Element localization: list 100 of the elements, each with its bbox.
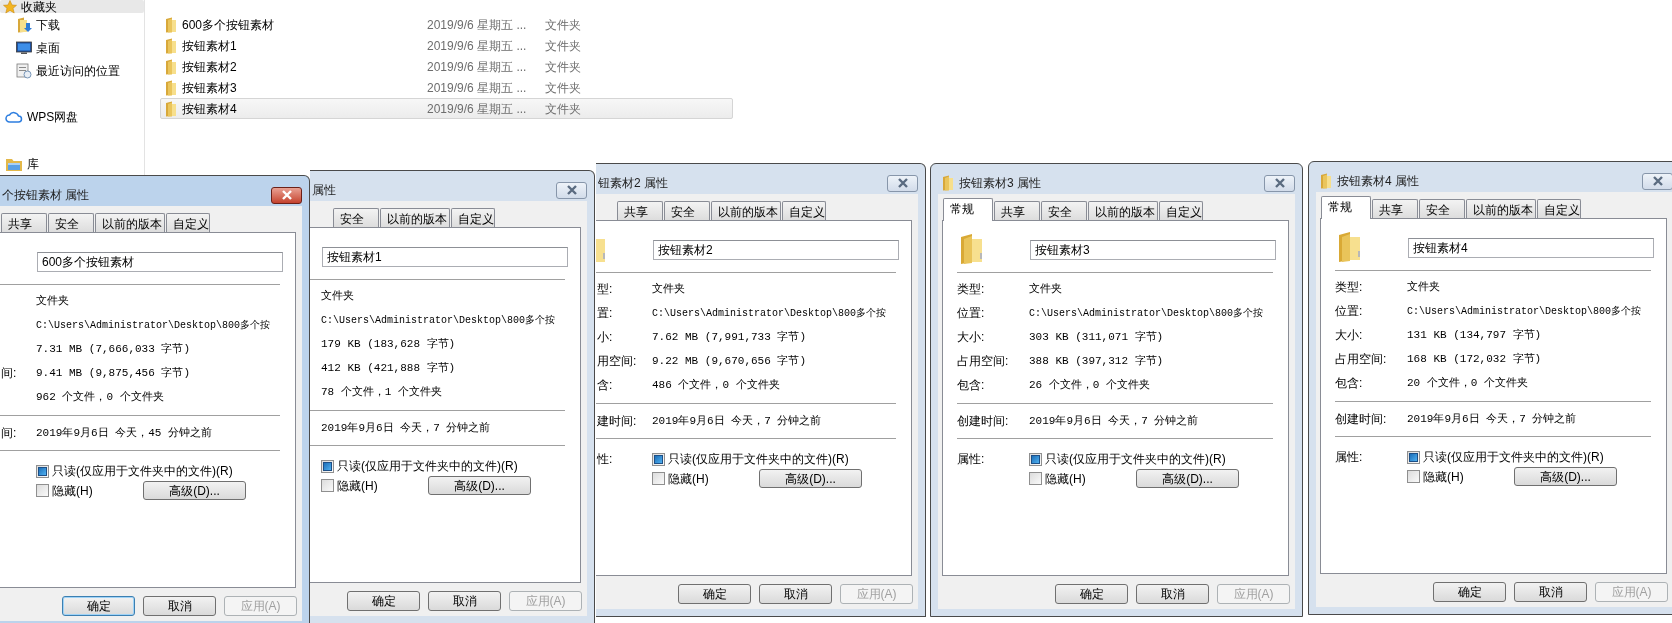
field-value: 20 个文件，0 个文件夹 (1407, 375, 1528, 391)
checkbox[interactable] (36, 484, 49, 497)
tab[interactable]: 以前的版本 (711, 201, 781, 220)
field-label: 置: (597, 305, 614, 322)
tab[interactable]: 安全 (664, 201, 710, 220)
tab[interactable]: 以前的版本 (380, 208, 450, 227)
tab[interactable]: 自定义 (1159, 201, 1203, 220)
checkbox-label: 只读(仅应用于文件夹中的文件)(R) (337, 458, 518, 475)
field-label: 属性: (957, 451, 986, 468)
field-label: 属性: (1335, 449, 1364, 466)
close-button[interactable] (1642, 172, 1672, 190)
file-row[interactable]: 600多个按钮素材 2019/9/6 星期五 ... 文件夹 (160, 14, 733, 35)
dialog-button[interactable]: 确定 (678, 584, 751, 604)
checkbox[interactable] (1407, 470, 1420, 483)
sidebar-item[interactable]: 库 (0, 152, 144, 175)
tab[interactable]: 自定义 (1537, 199, 1581, 218)
window-title: 个按钮素材 属性 (2, 187, 90, 204)
dialog-button[interactable]: 取消 (143, 596, 216, 616)
dialog-button[interactable]: 取消 (1136, 584, 1209, 604)
checkbox-label: 隐藏(H) (52, 482, 93, 500)
checkbox[interactable] (321, 479, 334, 492)
field-value: 2019年9月6日 今天，7 分钟之前 (1407, 411, 1577, 427)
dialog-button[interactable]: 确定 (1055, 584, 1128, 604)
file-type: 文件夹 (545, 58, 581, 76)
download-folder-icon (16, 16, 32, 33)
tab[interactable]: 共享 (994, 201, 1040, 220)
dialog-button[interactable]: 确定 (62, 596, 135, 616)
checkbox[interactable] (36, 464, 49, 478)
dialog-button[interactable]: 取消 (759, 584, 832, 604)
field-value: 2019年9月6日 今天，7 分钟之前 (1029, 413, 1199, 429)
advanced-button[interactable]: 高级(D)... (1514, 467, 1617, 486)
tab[interactable]: 以前的版本 (95, 213, 165, 232)
file-type: 文件夹 (545, 37, 581, 55)
sidebar-item[interactable]: 收藏夹 (0, 0, 144, 13)
close-icon (896, 178, 909, 188)
checkbox-label: 隐藏(H) (1423, 468, 1464, 486)
tab[interactable]: 安全 (1041, 201, 1087, 220)
tab[interactable]: 安全 (48, 213, 94, 232)
tab[interactable]: 共享 (1, 213, 47, 232)
tab[interactable]: 自定义 (782, 201, 826, 220)
field-value: 7.31 MB (7,666,033 字节) (36, 341, 191, 357)
field-label: 大小: (1335, 327, 1364, 344)
close-button[interactable] (1264, 174, 1295, 192)
field-value: 179 KB (183,628 字节) (321, 336, 456, 352)
close-button[interactable] (271, 186, 302, 204)
checkbox[interactable] (1407, 450, 1420, 464)
field-value: 2019年9月6日 今天，7 分钟之前 (321, 420, 491, 436)
advanced-button[interactable]: 高级(D)... (759, 469, 862, 488)
field-value: 9.22 MB (9,670,656 字节) (652, 353, 807, 369)
file-row[interactable]: 按钮素材2 2019/9/6 星期五 ... 文件夹 (160, 56, 733, 77)
dialog-button[interactable]: 确定 (347, 591, 420, 611)
field-label: 创建时间: (957, 413, 1010, 430)
field-label: 包含: (957, 377, 986, 394)
name-field[interactable]: 按钮素材3 (1030, 240, 1276, 260)
field-value: 168 KB (172,032 字节) (1407, 351, 1542, 367)
dialog-button[interactable]: 取消 (1514, 582, 1587, 602)
advanced-button[interactable]: 高级(D)... (1136, 469, 1239, 488)
field-label: 位置: (1335, 303, 1364, 320)
name-field[interactable]: 600多个按钮素材 (37, 252, 283, 272)
advanced-button[interactable]: 高级(D)... (143, 481, 246, 500)
file-row[interactable]: 按钮素材1 2019/9/6 星期五 ... 文件夹 (160, 35, 733, 56)
tab[interactable]: 自定义 (451, 208, 495, 227)
dialog-button[interactable]: 取消 (428, 591, 501, 611)
tab[interactable]: 自定义 (166, 213, 210, 232)
tab[interactable]: 安全 (1419, 199, 1465, 218)
tab[interactable]: 安全 (333, 208, 379, 227)
tab[interactable]: 常规 (943, 198, 993, 221)
name-field[interactable]: 按钮素材1 (322, 247, 568, 267)
close-button[interactable] (887, 174, 918, 192)
sidebar-item[interactable]: 下载 (0, 13, 144, 36)
tab[interactable]: 以前的版本 (1088, 201, 1158, 220)
checkbox[interactable] (321, 459, 334, 473)
file-type: 文件夹 (545, 16, 581, 34)
field-label: 间: (1, 425, 18, 442)
tab[interactable]: 共享 (1372, 199, 1418, 218)
close-icon (280, 190, 293, 200)
tab[interactable]: 以前的版本 (1466, 199, 1536, 218)
field-value: 文件夹 (652, 281, 685, 297)
sidebar-item[interactable]: 桌面 (0, 36, 144, 59)
checkbox[interactable] (1029, 472, 1042, 485)
checkbox[interactable] (652, 452, 665, 466)
file-row[interactable]: 按钮素材3 2019/9/6 星期五 ... 文件夹 (160, 77, 733, 98)
close-button[interactable] (556, 181, 587, 199)
name-field[interactable]: 按钮素材4 (1408, 238, 1654, 258)
name-field[interactable]: 按钮素材2 (653, 240, 899, 260)
checkbox[interactable] (1029, 452, 1042, 466)
window-title: 属性 (312, 182, 336, 199)
tab[interactable]: 常规 (1321, 196, 1371, 219)
tab[interactable]: 共享 (617, 201, 663, 220)
sidebar-item[interactable]: 最近访问的位置 (0, 59, 144, 82)
sidebar-item[interactable]: WPS网盘 (0, 105, 144, 128)
checkbox[interactable] (652, 472, 665, 485)
dialog-button[interactable]: 确定 (1433, 582, 1506, 602)
checkbox-label: 隐藏(H) (337, 477, 378, 495)
advanced-button[interactable]: 高级(D)... (428, 476, 531, 495)
field-label: 大小: (957, 329, 986, 346)
monitor-icon (16, 40, 32, 55)
file-row[interactable]: 按钮素材4 2019/9/6 星期五 ... 文件夹 (160, 98, 733, 119)
field-value: 2019年9月6日 今天，45 分钟之前 (36, 425, 212, 441)
field-label: 小: (597, 329, 614, 346)
